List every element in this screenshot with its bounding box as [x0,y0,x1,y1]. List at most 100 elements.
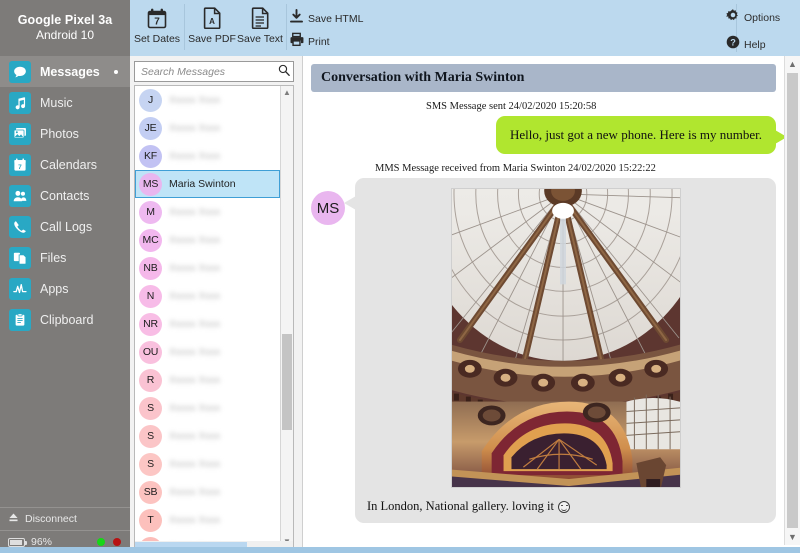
search-input[interactable] [141,66,278,78]
sidebar-item-calendars[interactable]: 7 Calendars [0,149,130,180]
photos-icon [9,123,31,145]
conversation-title: Conversation with Maria Swinton [311,64,776,92]
grinning-face-icon [558,501,570,513]
save-html-label: Save HTML [308,13,363,25]
list-item[interactable]: SXxxxx Xxxx [135,422,280,450]
sidebar-item-apps[interactable]: Apps [0,273,130,304]
conversation-scroll-area: Conversation with Maria Swinton SMS Mess… [303,56,784,545]
top-toolbar: Google Pixel 3a Android 10 7 Set Dates [0,0,800,56]
list-item[interactable]: MXxxxx Xxxx [135,198,280,226]
list-item[interactable]: SXxxxx Xxxx [135,394,280,422]
toolbar-right-group: Options ? Help [726,8,796,62]
avatar: T [139,509,162,532]
message-meta-sent: SMS Message sent 24/02/2020 15:20:58 [311,101,776,112]
mms-caption: In London, National gallery. loving it [365,499,766,514]
list-item-label: Xxxxx Xxxx [169,347,220,358]
device-info-panel: Google Pixel 3a Android 10 [0,0,130,56]
sidebar-item-clipboard[interactable]: Clipboard [0,304,130,335]
list-item[interactable]: NRXxxxx Xxxx [135,310,280,338]
messages-indicator-dot [114,70,118,74]
list-item-label: Maria Swinton [169,178,236,190]
avatar: N [139,285,162,308]
message-row-received: MS [311,178,776,523]
list-item[interactable]: JXxxxx Xxxx [135,86,280,114]
scrollbar-thumb[interactable] [282,334,292,430]
left-sidebar: Messages Music Photos [0,56,130,553]
window-bottom-strip [0,547,800,553]
list-item[interactable]: NXxxxx Xxxx [135,282,280,310]
message-meta-received: MMS Message received from Maria Swinton … [311,163,776,174]
list-item[interactable]: SBXxxxx Xxxx [135,478,280,506]
list-item[interactable]: NBXxxxx Xxxx [135,254,280,282]
sidebar-label-files: Files [40,251,66,265]
print-label: Print [308,36,330,48]
sidebar-label-apps: Apps [40,282,69,296]
conversation-list-scrollbar[interactable]: ▲ ▼ [280,86,293,548]
avatar: OU [139,341,162,364]
list-item[interactable]: OU Xxxxx Xxxx [135,338,280,366]
list-item-label: Xxxxx Xxxx [169,487,220,498]
sidebar-item-call-logs[interactable]: Call Logs [0,211,130,242]
status-dot-connected [97,538,105,546]
conversation-pane: Conversation with Maria Swinton SMS Mess… [302,56,800,553]
disconnect-button[interactable]: Disconnect [0,508,130,530]
conversation-list-box[interactable]: JXxxxx Xxxx JE Xxxxx Xxxx KFXxxxx XxxxMSMar… [134,85,294,549]
status-indicators [97,538,121,546]
contacts-icon [9,185,31,207]
message-row-sent: Hello, just got a new phone. Here is my … [311,116,776,154]
search-icon[interactable] [278,63,290,81]
sidebar-item-music[interactable]: Music [0,87,130,118]
sidebar-label-call-logs: Call Logs [40,220,92,234]
set-dates-button[interactable]: 7 Set Dates [133,0,181,56]
avatar: JE [139,117,162,140]
save-text-button[interactable]: Save Text [236,0,284,56]
toolbar-divider-1 [184,4,185,50]
avatar: S [139,397,162,420]
avatar: S [139,425,162,448]
dome-ceiling-photo[interactable] [451,188,681,488]
toolbar-buttons: 7 Set Dates A Save PDF [133,0,284,56]
help-label: Help [744,39,766,51]
options-button[interactable]: Options [726,8,796,27]
files-icon [9,247,31,269]
scroll-up-icon[interactable]: ▲ [281,86,293,99]
list-item[interactable]: TXxxxx Xxxx [135,506,280,534]
svg-text:A: A [209,17,215,26]
search-box[interactable] [134,61,294,82]
sidebar-item-messages[interactable]: Messages [0,56,130,87]
sidebar-label-music: Music [40,96,73,110]
avatar: MS [311,191,345,225]
help-button[interactable]: ? Help [726,35,796,54]
conversation-scroll-down-icon[interactable]: ▼ [785,529,800,545]
conversation-scroll-up-icon[interactable]: ▲ [785,56,800,72]
printer-icon [289,32,304,52]
list-item[interactable]: SXxxxx Xxxx [135,450,280,478]
list-item-label: Xxxxx Xxxx [169,459,220,470]
chat-bubble-icon [9,61,31,83]
sidebar-item-photos[interactable]: Photos [0,118,130,149]
sidebar-item-contacts[interactable]: Contacts [0,180,130,211]
phone-icon [9,216,31,238]
list-item[interactable]: MSMaria Swinton [135,170,280,198]
conversation-list: JXxxxx Xxxx JE Xxxxx Xxxx KFXxxxx XxxxMSMar… [135,86,280,548]
app-window: Google Pixel 3a Android 10 7 Set Dates [0,0,800,553]
list-item[interactable]: MCXxxxx Xxxx [135,226,280,254]
list-item[interactable]: KFXxxxx Xxxx [135,142,280,170]
conversation-scrollbar[interactable]: ▲ ▼ [784,56,800,545]
sidebar-label-messages: Messages [40,65,100,79]
list-item[interactable]: JE Xxxxx Xxxx [135,114,280,142]
list-item-label: Xxxxx Xxxx [169,123,220,134]
print-button[interactable]: Print [289,32,330,52]
sidebar-item-files[interactable]: Files [0,242,130,273]
apps-chart-icon [9,278,31,300]
svg-text:?: ? [730,37,736,47]
save-pdf-button[interactable]: A Save PDF [188,0,236,56]
avatar: R [139,369,162,392]
status-dot-recording [113,538,121,546]
sidebar-label-contacts: Contacts [40,189,89,203]
save-html-button[interactable]: Save HTML [289,9,363,29]
conversation-scrollbar-thumb[interactable] [787,73,798,528]
svg-text:7: 7 [18,163,22,170]
list-item[interactable]: R Xxxxx Xxxx [135,366,280,394]
list-item-label: Xxxxx Xxxx [169,375,220,386]
